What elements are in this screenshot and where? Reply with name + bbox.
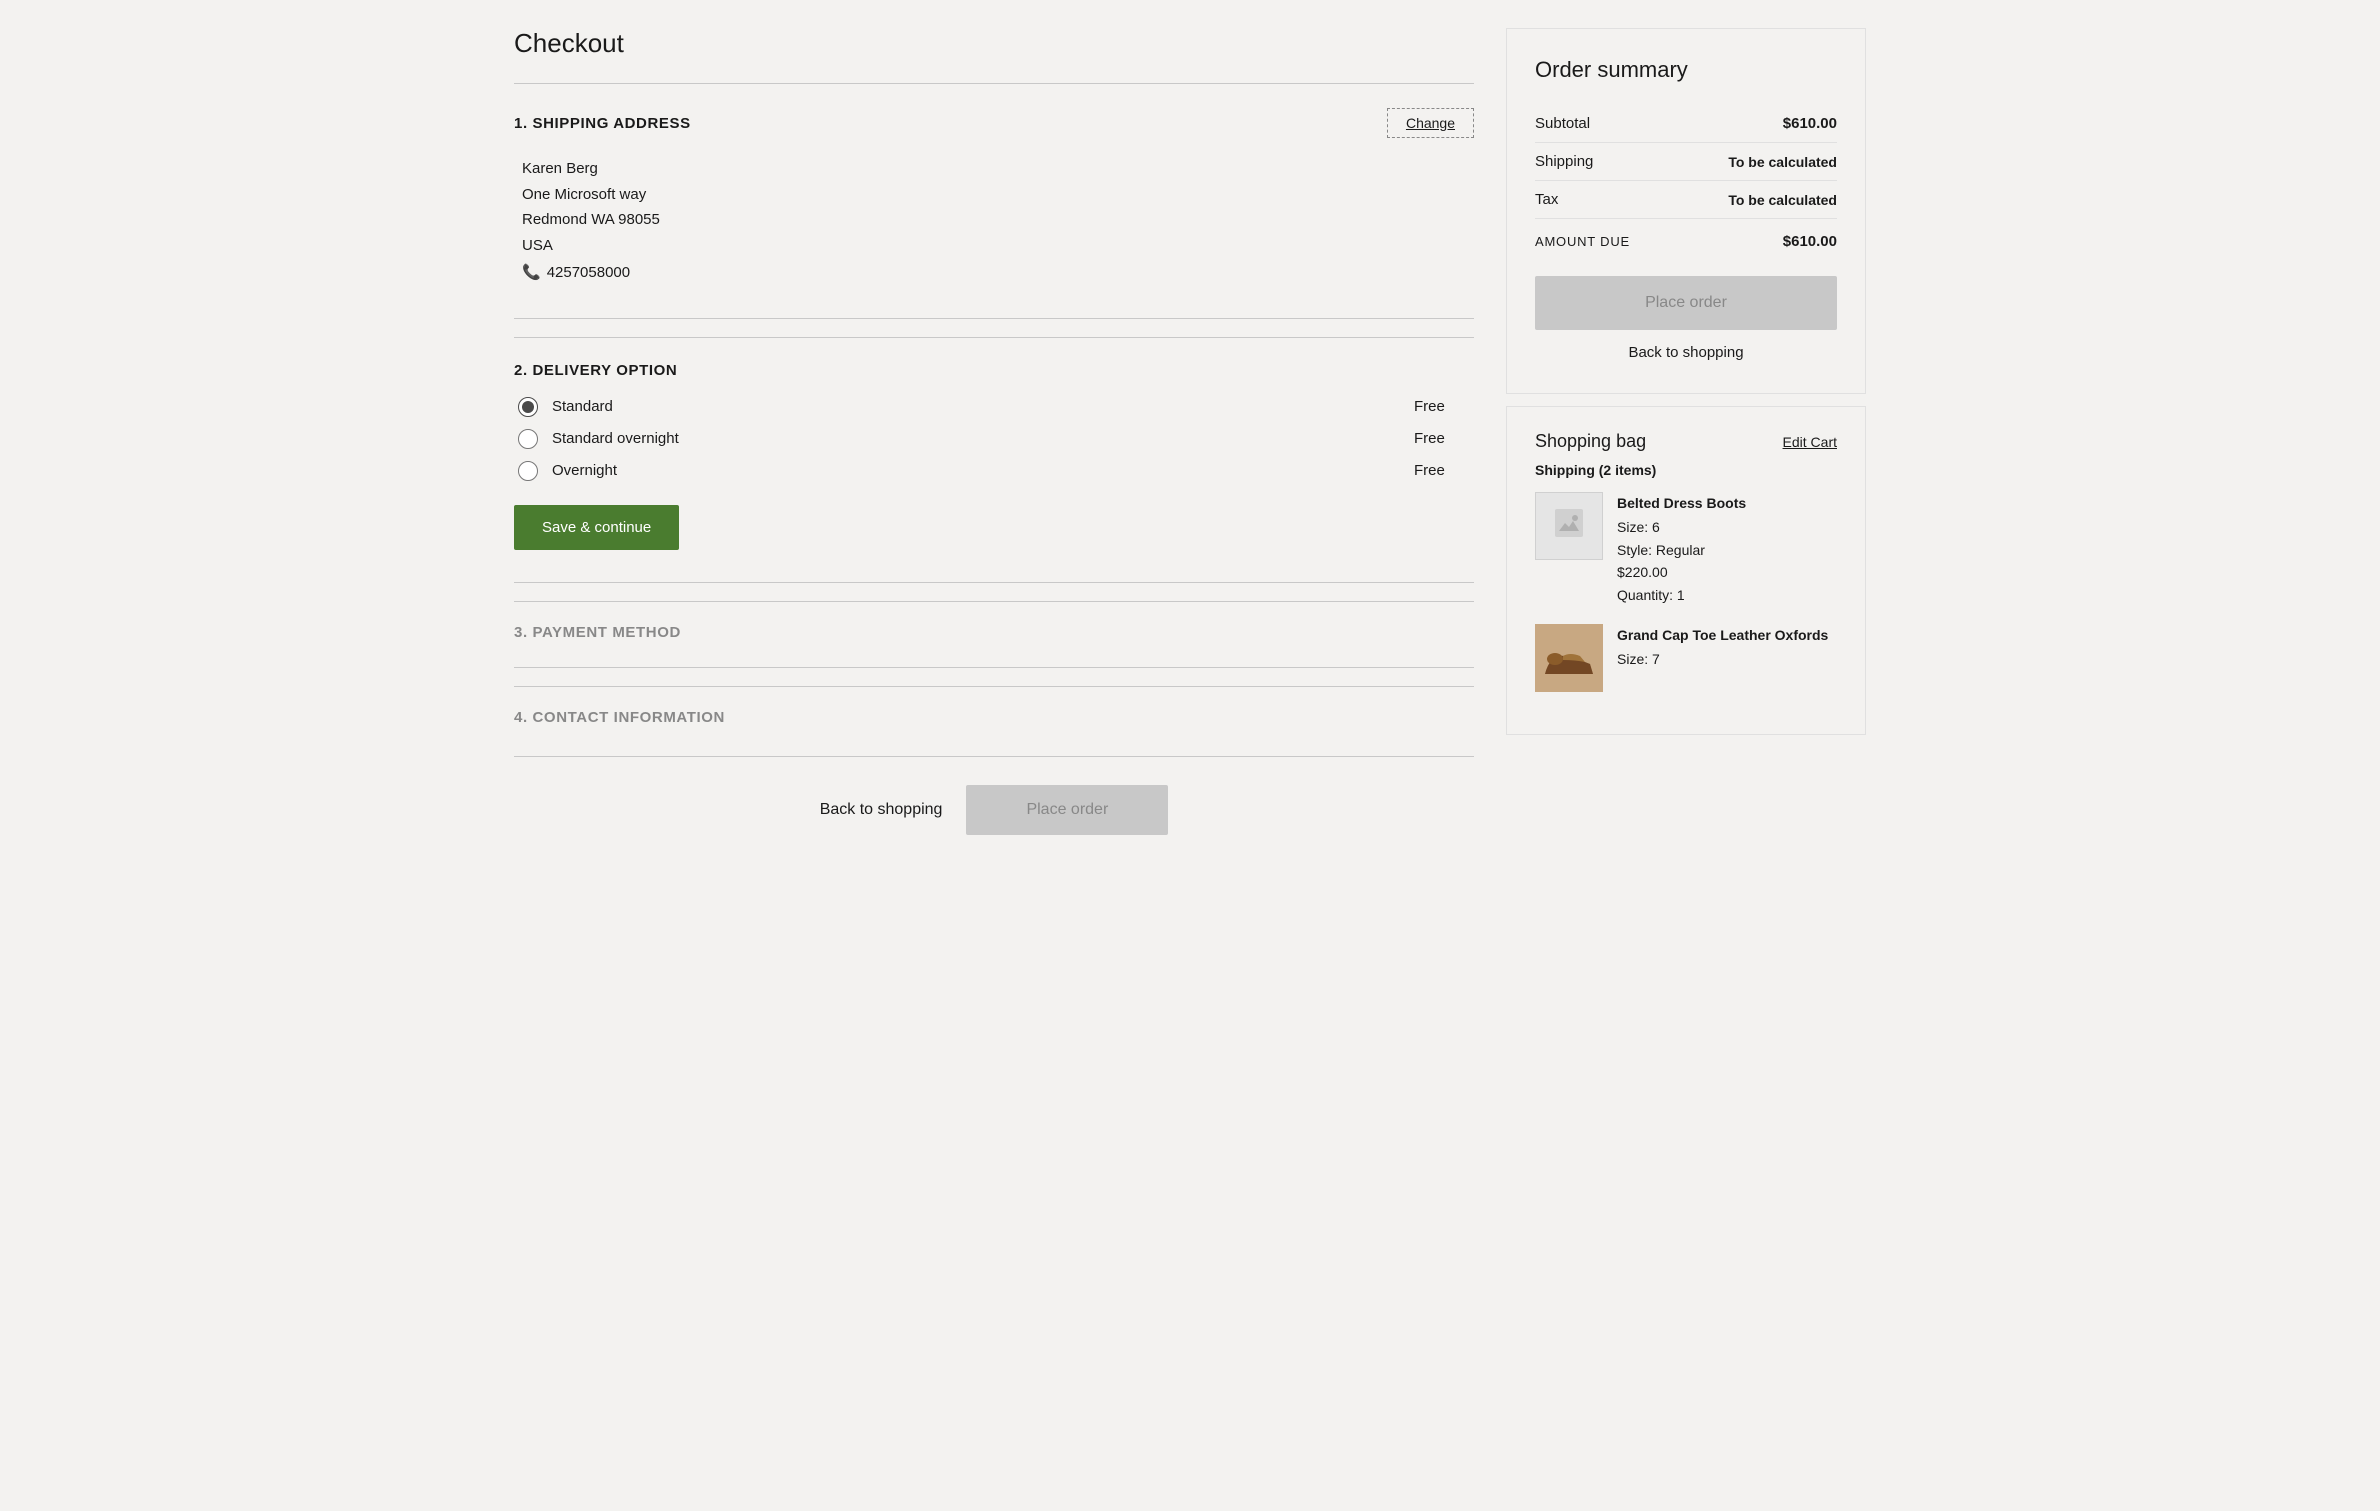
shipping-title: 1. SHIPPING ADDRESS: [514, 115, 691, 132]
delivery-price-standard: Free: [1414, 398, 1474, 415]
bag-item-1: Belted Dress Boots Size: 6 Style: Regula…: [1535, 492, 1837, 606]
delivery-label-standard[interactable]: Standard Free: [518, 397, 1474, 417]
bag-header: Shopping bag Edit Cart: [1535, 431, 1837, 452]
sidebar: Order summary Subtotal $610.00 Shipping …: [1506, 28, 1866, 735]
edit-cart-button[interactable]: Edit Cart: [1783, 434, 1837, 450]
bag-item-1-style: Style: Regular: [1617, 539, 1746, 561]
shopping-bag-card: Shopping bag Edit Cart Shipping (2 items…: [1506, 406, 1866, 735]
bag-item-1-image: [1535, 492, 1603, 560]
subtotal-value: $610.00: [1783, 115, 1837, 132]
bag-item-2-size: Size: 7: [1617, 648, 1828, 670]
delivery-title: 2. DELIVERY OPTION: [514, 362, 677, 379]
amount-due-value: $610.00: [1783, 233, 1837, 250]
delivery-option-section: 2. DELIVERY OPTION Standard Free Stan: [514, 337, 1474, 578]
payment-title: 3. PAYMENT METHOD: [514, 624, 681, 641]
delivery-option-label-standard: Standard: [552, 398, 1400, 415]
delivery-option-standard: Standard Free: [518, 397, 1474, 417]
bag-title: Shopping bag: [1535, 431, 1646, 452]
page-title: Checkout: [514, 28, 1474, 59]
shipping-label: Shipping: [1535, 153, 1593, 170]
shipping-value: To be calculated: [1728, 154, 1837, 170]
place-order-button-main[interactable]: Place order: [966, 785, 1168, 835]
order-summary-card: Order summary Subtotal $610.00 Shipping …: [1506, 28, 1866, 394]
bag-item-2-name: Grand Cap Toe Leather Oxfords: [1617, 624, 1828, 646]
bag-section-label: Shipping (2 items): [1535, 462, 1837, 478]
bag-item-2-details: Grand Cap Toe Leather Oxfords Size: 7: [1617, 624, 1828, 692]
address-line2: Redmond WA 98055: [522, 207, 1474, 233]
amount-due-row: AMOUNT DUE $610.00: [1535, 219, 1837, 254]
delivery-price-standard-overnight: Free: [1414, 430, 1474, 447]
place-order-button-sidebar[interactable]: Place order: [1535, 276, 1837, 330]
back-to-shopping-button-sidebar[interactable]: Back to shopping: [1535, 330, 1837, 365]
tax-row: Tax To be calculated: [1535, 181, 1837, 219]
delivery-radio-standard[interactable]: [518, 397, 538, 417]
delivery-label-overnight[interactable]: Overnight Free: [518, 461, 1474, 481]
tax-label: Tax: [1535, 191, 1558, 208]
image-placeholder-icon: [1551, 505, 1587, 548]
main-content: Checkout 1. SHIPPING ADDRESS Change Kare…: [514, 28, 1474, 843]
bag-item-1-details: Belted Dress Boots Size: 6 Style: Regula…: [1617, 492, 1746, 606]
tax-value: To be calculated: [1728, 192, 1837, 208]
delivery-header: 2. DELIVERY OPTION: [514, 362, 1474, 379]
shipping-address-section: 1. SHIPPING ADDRESS Change Karen Berg On…: [514, 83, 1474, 314]
delivery-label-standard-overnight[interactable]: Standard overnight Free: [518, 429, 1474, 449]
subtotal-label: Subtotal: [1535, 115, 1590, 132]
delivery-option-label-standard-overnight: Standard overnight: [552, 430, 1400, 447]
change-address-button[interactable]: Change: [1387, 108, 1474, 138]
bag-item-2: Grand Cap Toe Leather Oxfords Size: 7: [1535, 624, 1837, 692]
shipping-header: 1. SHIPPING ADDRESS Change: [514, 108, 1474, 138]
subtotal-row: Subtotal $610.00: [1535, 105, 1837, 143]
delivery-radio-overnight[interactable]: [518, 461, 538, 481]
address-block: Karen Berg One Microsoft way Redmond WA …: [514, 156, 1474, 286]
contact-title: 4. CONTACT INFORMATION: [514, 709, 725, 726]
bag-item-1-name: Belted Dress Boots: [1617, 492, 1746, 514]
order-summary-title: Order summary: [1535, 57, 1837, 83]
contact-info-section: 4. CONTACT INFORMATION: [514, 686, 1474, 748]
save-continue-button[interactable]: Save & continue: [514, 505, 679, 550]
amount-due-label: AMOUNT DUE: [1535, 234, 1630, 249]
delivery-option-overnight: Overnight Free: [518, 461, 1474, 481]
phone-icon: 📞: [522, 260, 541, 286]
back-to-shopping-button-main[interactable]: Back to shopping: [820, 801, 943, 819]
bag-item-1-quantity: Quantity: 1: [1617, 584, 1746, 606]
address-line1: One Microsoft way: [522, 182, 1474, 208]
delivery-radio-standard-overnight[interactable]: [518, 429, 538, 449]
address-phone: 📞 4257058000: [522, 260, 1474, 286]
bottom-actions: Back to shopping Place order: [514, 756, 1474, 843]
delivery-option-standard-overnight: Standard overnight Free: [518, 429, 1474, 449]
address-name: Karen Berg: [522, 156, 1474, 182]
delivery-options: Standard Free Standard overnight Free: [514, 397, 1474, 481]
shipping-row: Shipping To be calculated: [1535, 143, 1837, 181]
address-country: USA: [522, 233, 1474, 259]
delivery-price-overnight: Free: [1414, 462, 1474, 479]
bag-item-1-price: $220.00: [1617, 561, 1746, 583]
bag-item-2-image: [1535, 624, 1603, 692]
delivery-option-label-overnight: Overnight: [552, 462, 1400, 479]
payment-method-section: 3. PAYMENT METHOD: [514, 601, 1474, 663]
bag-item-1-size: Size: 6: [1617, 516, 1746, 538]
